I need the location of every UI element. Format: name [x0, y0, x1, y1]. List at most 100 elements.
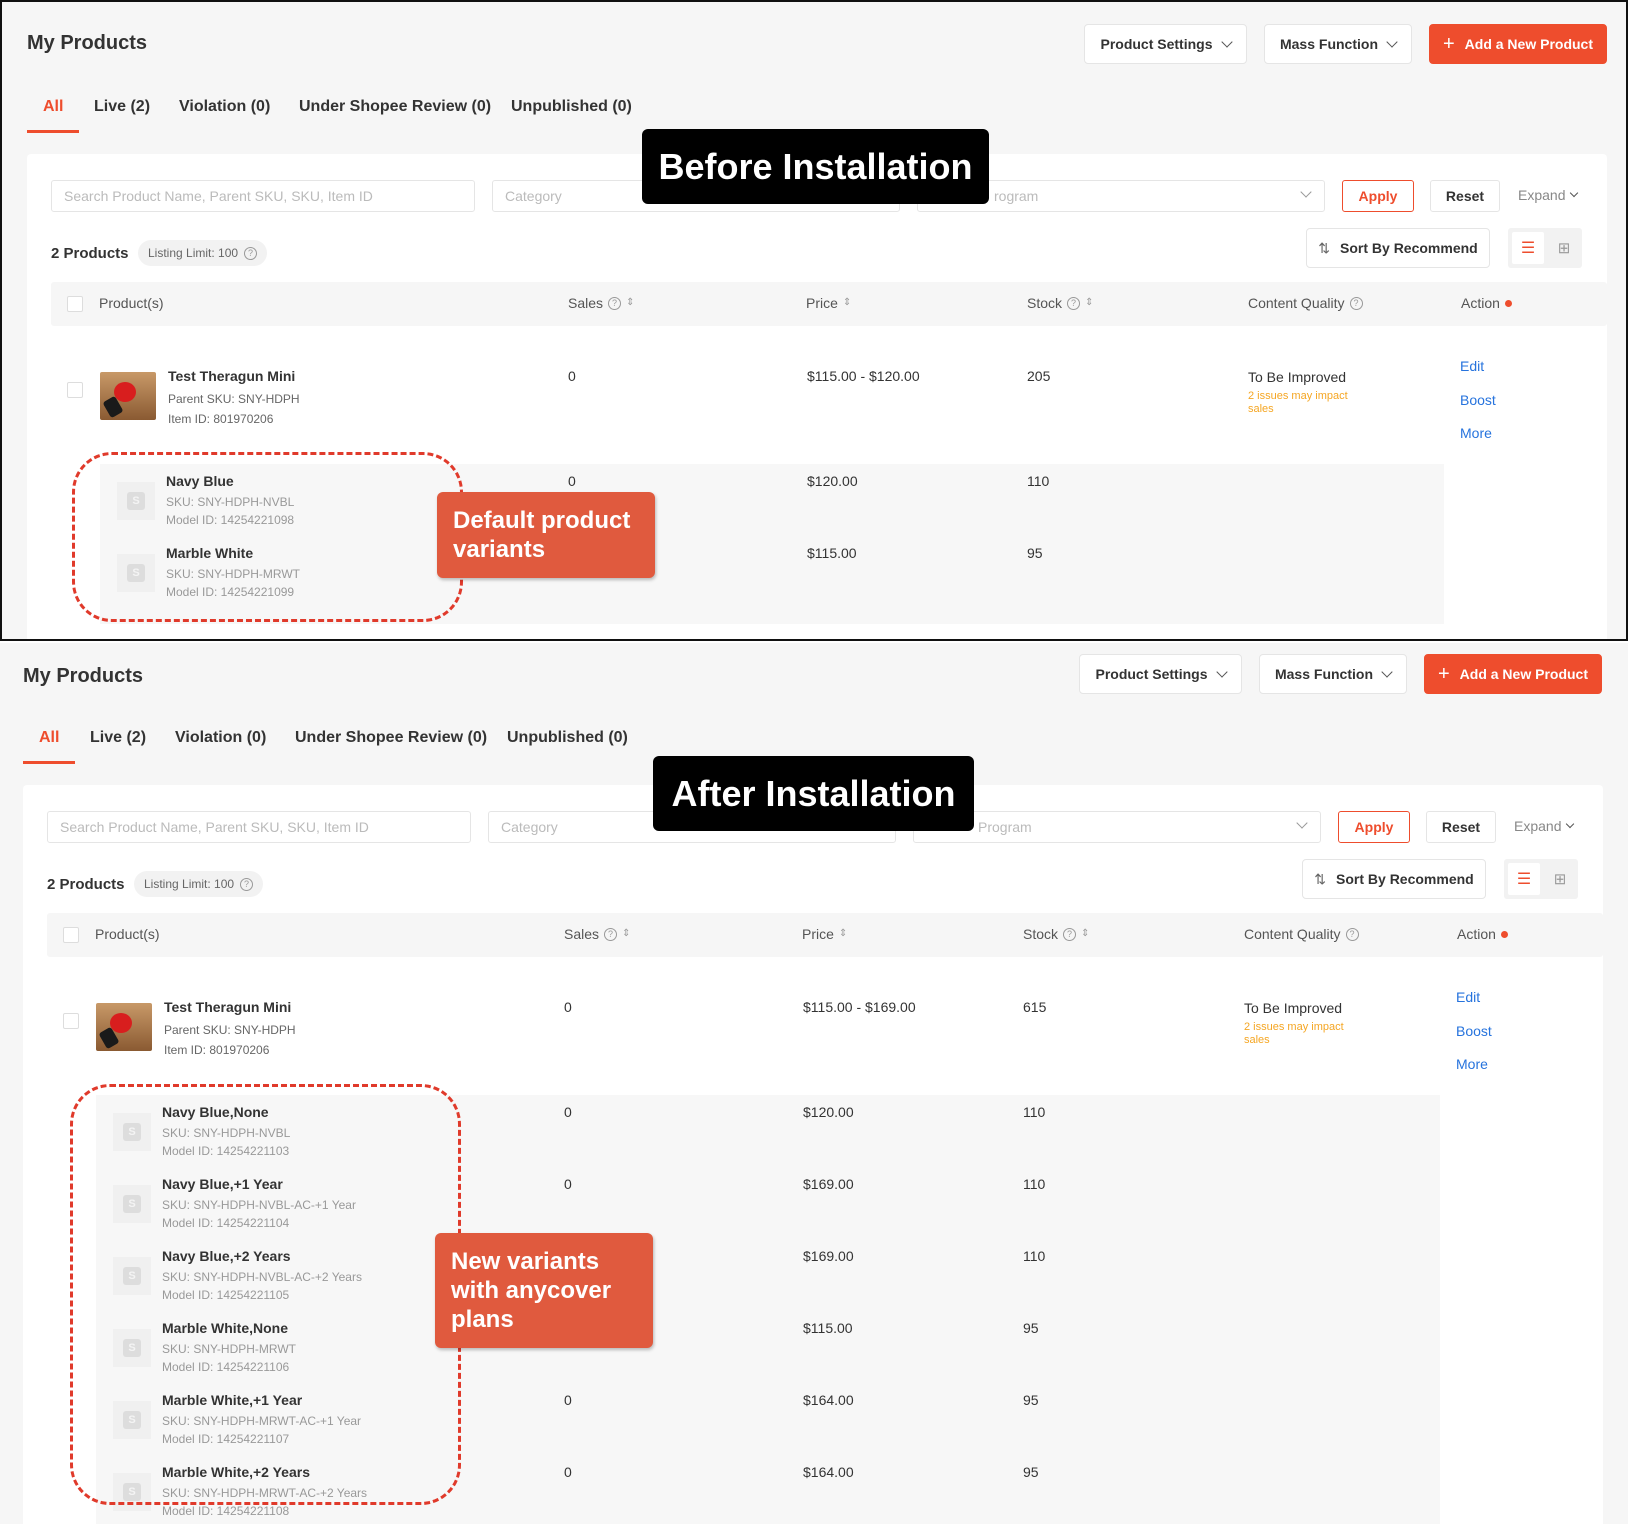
header-sales[interactable]: Sales? ⇕	[568, 295, 634, 311]
mass-function-button[interactable]: Mass Function	[1259, 654, 1407, 694]
variant-price: $115.00	[803, 1320, 853, 1336]
tab-unpublished[interactable]: Unpublished (0)	[511, 98, 632, 116]
add-product-label: Add a New Product	[1459, 666, 1589, 682]
mass-function-button[interactable]: Mass Function	[1264, 24, 1412, 64]
sort-arrows-icon: ⇕	[626, 297, 635, 308]
header-content-quality: Content Quality?	[1244, 926, 1359, 942]
tab-under-review[interactable]: Under Shopee Review (0)	[295, 729, 487, 747]
select-all-checkbox[interactable]	[63, 927, 79, 943]
list-view-icon[interactable]: ☰	[1512, 232, 1544, 264]
expand-toggle[interactable]: Expand	[1514, 818, 1575, 834]
view-toggle[interactable]: ☰ ⊞	[1504, 859, 1578, 899]
sort-arrows-icon: ⇕	[838, 928, 848, 939]
variant-price: $115.00	[807, 545, 857, 561]
product-price: $115.00 - $120.00	[807, 368, 920, 384]
variant-price: $120.00	[807, 473, 858, 489]
header-price[interactable]: Price ⇕	[806, 295, 851, 311]
product-name[interactable]: Test Theragun Mini	[164, 999, 291, 1015]
product-settings-button[interactable]: Product Settings	[1079, 654, 1242, 694]
variant-stock: 95	[1023, 1392, 1039, 1408]
more-link[interactable]: More	[1460, 425, 1492, 441]
boost-link[interactable]: Boost	[1460, 392, 1496, 408]
product-thumbnail[interactable]	[96, 1003, 152, 1051]
sort-button[interactable]: ⇅ Sort By Recommend	[1306, 228, 1490, 268]
product-checkbox[interactable]	[67, 382, 83, 398]
list-view-icon[interactable]: ☰	[1508, 863, 1540, 895]
product-thumbnail[interactable]	[100, 372, 156, 420]
select-all-checkbox[interactable]	[67, 296, 83, 312]
page-title: My Products	[23, 665, 144, 687]
add-product-button[interactable]: + Add a New Product	[1424, 654, 1602, 694]
reset-button[interactable]: Reset	[1426, 811, 1496, 843]
search-input[interactable]: Search Product Name, Parent SKU, SKU, It…	[47, 811, 471, 843]
tab-all[interactable]: All	[43, 98, 63, 116]
expand-toggle[interactable]: Expand	[1518, 187, 1579, 203]
header-stock-label: Stock	[1023, 926, 1059, 942]
annotation-callout: New variants with anycover plans	[435, 1233, 653, 1348]
header-sales[interactable]: Sales? ⇕	[564, 926, 630, 942]
header-stock[interactable]: Stock? ⇕	[1023, 926, 1089, 942]
help-icon: ?	[240, 877, 254, 891]
boost-link[interactable]: Boost	[1456, 1023, 1492, 1039]
search-input[interactable]: Search Product Name, Parent SKU, SKU, It…	[51, 180, 475, 212]
product-sales: 0	[568, 368, 576, 384]
product-settings-button[interactable]: Product Settings	[1084, 24, 1247, 64]
product-name[interactable]: Test Theragun Mini	[168, 368, 295, 384]
header-action-label: Action	[1457, 926, 1496, 942]
add-product-button[interactable]: + Add a New Product	[1429, 24, 1607, 64]
sort-label: Sort By Recommend	[1340, 240, 1478, 256]
sort-arrows-icon: ⇕	[1085, 297, 1094, 308]
header-price[interactable]: Price ⇕	[802, 926, 847, 942]
edit-link[interactable]: Edit	[1460, 358, 1484, 374]
variant-sales: 0	[568, 473, 576, 489]
product-settings-label: Product Settings	[1100, 36, 1213, 52]
tab-under-review[interactable]: Under Shopee Review (0)	[299, 98, 491, 116]
program-placeholder: Program	[978, 819, 1032, 835]
grid-view-icon[interactable]: ⊞	[1552, 236, 1576, 260]
tab-unpublished[interactable]: Unpublished (0)	[507, 729, 628, 747]
header-sales-label: Sales	[568, 295, 604, 311]
quality-note: 2 issues may impact sales	[1248, 390, 1348, 415]
product-price: $115.00 - $169.00	[803, 999, 916, 1015]
header-price-label: Price	[802, 926, 834, 942]
product-parent-sku: Parent SKU: SNY-HDPH	[168, 392, 300, 406]
table-header: Product(s) Sales? ⇕ Price ⇕ Stock? ⇕ Conten…	[51, 282, 1607, 326]
product-item-id: Item ID: 801970206	[168, 412, 274, 426]
listing-limit-badge: Listing Limit: 100?	[134, 871, 264, 897]
state-banner: After Installation	[653, 756, 974, 831]
chevron-down-icon	[1566, 819, 1575, 829]
tab-violation[interactable]: Violation (0)	[179, 98, 270, 116]
table-header: Product(s) Sales? ⇕ Price ⇕ Stock? ⇕ Conten…	[47, 913, 1603, 957]
view-toggle[interactable]: ☰ ⊞	[1508, 228, 1582, 268]
product-item-id: Item ID: 801970206	[164, 1043, 270, 1057]
tab-live[interactable]: Live (2)	[90, 729, 146, 747]
header-products: Product(s)	[99, 295, 164, 311]
chevron-down-icon	[1386, 35, 1398, 48]
edit-link[interactable]: Edit	[1456, 989, 1480, 1005]
program-placeholder: rogram	[994, 188, 1039, 204]
tab-live[interactable]: Live (2)	[94, 98, 150, 116]
header-stock[interactable]: Stock? ⇕	[1027, 295, 1093, 311]
header-quality-label: Content Quality	[1248, 295, 1345, 311]
apply-button[interactable]: Apply	[1338, 811, 1410, 843]
more-link[interactable]: More	[1456, 1056, 1488, 1072]
product-stock: 615	[1023, 999, 1047, 1015]
variants-highlight-outline	[72, 452, 463, 622]
notification-dot-icon	[1504, 299, 1512, 307]
apply-button[interactable]: Apply	[1342, 180, 1414, 212]
chevron-down-icon	[1296, 817, 1308, 829]
sort-icon: ⇅	[1314, 870, 1327, 887]
tab-violation[interactable]: Violation (0)	[175, 729, 266, 747]
header-content-quality: Content Quality?	[1248, 295, 1363, 311]
header-action-label: Action	[1461, 295, 1500, 311]
tab-all[interactable]: All	[39, 729, 59, 747]
reset-button[interactable]: Reset	[1430, 180, 1500, 212]
program-select[interactable]: Program	[913, 811, 1321, 843]
grid-view-icon[interactable]: ⊞	[1548, 867, 1572, 891]
product-checkbox[interactable]	[63, 1013, 79, 1029]
variant-stock: 110	[1023, 1176, 1046, 1192]
help-icon: ?	[1345, 927, 1359, 941]
sort-button[interactable]: ⇅ Sort By Recommend	[1302, 859, 1486, 899]
listing-limit-text: Listing Limit: 100	[148, 246, 239, 260]
variant-sales: 0	[564, 1104, 572, 1120]
